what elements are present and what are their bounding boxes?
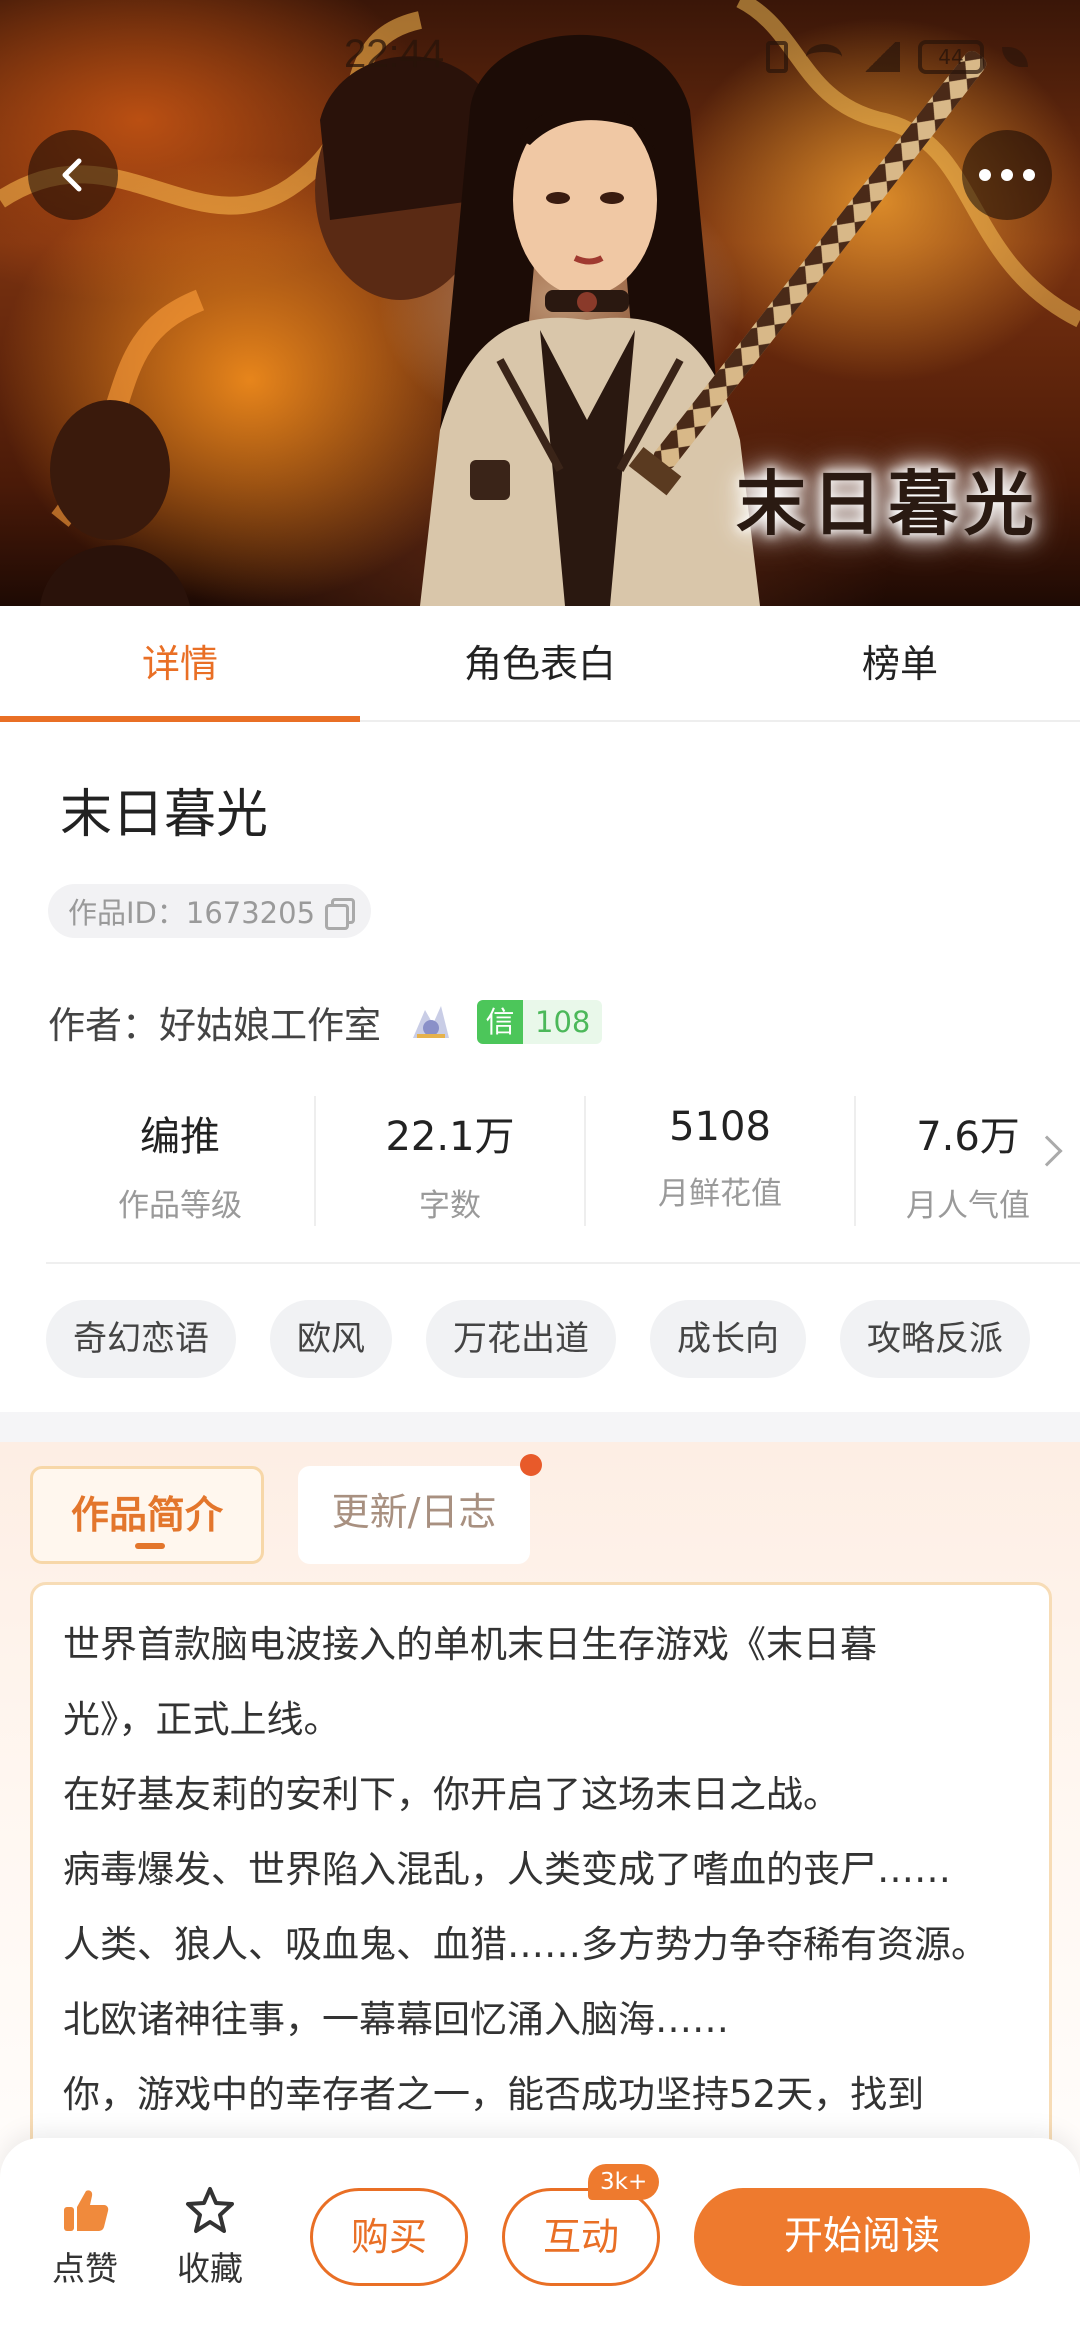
trust-icon: 信 (477, 1000, 523, 1044)
stat-value: 5108 (669, 1104, 771, 1150)
tag-chip[interactable]: 万花出道 (426, 1300, 616, 1378)
stat-level: 编推 作品等级 (46, 1096, 316, 1226)
favorite-button[interactable]: 收藏 (160, 2180, 260, 2290)
signal-icon (860, 42, 900, 72)
author-row: 作者：好姑娘工作室 信 108 (48, 990, 603, 1054)
eco-icon (1002, 47, 1028, 67)
interact-button[interactable]: 互动 (502, 2188, 660, 2286)
tag-list: 奇幻恋语 欧风 万花出道 成长向 攻略反派 (46, 1300, 1030, 1378)
tag-chip[interactable]: 奇幻恋语 (46, 1300, 236, 1378)
like-button[interactable]: 点赞 (35, 2180, 135, 2290)
stat-word-count: 22.1万 字数 (316, 1096, 586, 1226)
battery-icon: 44 (918, 40, 984, 74)
stat-value: 编推 (140, 1114, 220, 1160)
detail-tabs: 详情 角色表白 榜单 (0, 606, 1080, 722)
status-icons: 44 (766, 40, 1028, 74)
tab-rankings[interactable]: 榜单 (720, 606, 1080, 720)
stat-value: 22.1万 (385, 1114, 515, 1160)
like-label: 点赞 (52, 2249, 118, 2288)
section-separator (0, 1412, 1080, 1442)
work-id-chip[interactable]: 作品ID：1673205 (48, 884, 372, 938)
cover-title-logo: 末日暮光 (736, 462, 1040, 545)
stat-label: 作品等级 (118, 1188, 242, 1224)
trust-value: 108 (523, 1000, 603, 1044)
author-badge-icon (413, 1006, 449, 1038)
chevron-left-icon (62, 158, 82, 192)
interact-count-badge: 3k+ (588, 2164, 660, 2200)
status-time: 22:44 (344, 32, 445, 76)
intro-line: 人类、狼人、吸血鬼、血猎……多方势力争夺稀有资源。 (63, 1923, 988, 1966)
unread-dot (520, 1454, 542, 1476)
tab-work-intro[interactable]: 作品简介 (30, 1466, 264, 1564)
star-icon (186, 2187, 234, 2233)
thumbs-up-icon (64, 2190, 109, 2231)
vibrate-icon (766, 41, 788, 73)
copy-icon[interactable] (325, 898, 356, 930)
wifi-icon (806, 44, 842, 70)
tag-chip[interactable]: 成长向 (650, 1300, 806, 1378)
cover-banner: 22:44 44 末日暮光 (0, 0, 1080, 606)
intro-line: 世界首款脑电波接入的单机末日生存游戏《末日暮 (63, 1623, 877, 1666)
tab-character-confession[interactable]: 角色表白 (360, 606, 720, 720)
tab-update-log[interactable]: 更新/日志 (298, 1466, 530, 1564)
stat-label: 月人气值 (906, 1188, 1030, 1224)
buy-button[interactable]: 购买 (310, 2188, 468, 2286)
tag-chip[interactable]: 欧风 (270, 1300, 392, 1378)
intro-line: 在好基友莉的安利下，你开启了这场末日之战。 (63, 1773, 840, 1816)
tag-chip[interactable]: 攻略反派 (840, 1300, 1030, 1378)
tab-details[interactable]: 详情 (0, 606, 360, 722)
stat-label: 字数 (419, 1188, 481, 1224)
trust-badge[interactable]: 信 108 (477, 1000, 603, 1044)
intro-line: 病毒爆发、世界陷入混乱，人类变成了嗜血的丧尸…… (63, 1848, 951, 1891)
author-name[interactable]: 作者：好姑娘工作室 (48, 995, 381, 1049)
stat-label: 月鲜花值 (658, 1176, 782, 1212)
divider (46, 1262, 1080, 1264)
book-title: 末日暮光 (60, 785, 269, 845)
intro-line: 光》，正式上线。 (63, 1698, 341, 1741)
stats-row[interactable]: 编推 作品等级 22.1万 字数 5108 月鲜花值 7.6万 月人气值 (46, 1096, 1080, 1226)
back-button[interactable] (28, 130, 118, 220)
intro-line: 你，游戏中的幸存者之一，能否成功坚持52天，找到 (63, 2073, 925, 2116)
work-id-text: 作品ID：1673205 (68, 896, 316, 930)
more-dots-icon (979, 169, 1035, 181)
stat-monthly-flowers: 5108 月鲜花值 (586, 1096, 856, 1226)
start-reading-button[interactable]: 开始阅读 (694, 2188, 1030, 2286)
more-button[interactable] (962, 130, 1052, 220)
favorite-label: 收藏 (177, 2249, 243, 2288)
intro-line: 北欧诸神往事，一幕幕回忆涌入脑海…… (63, 1998, 729, 2041)
